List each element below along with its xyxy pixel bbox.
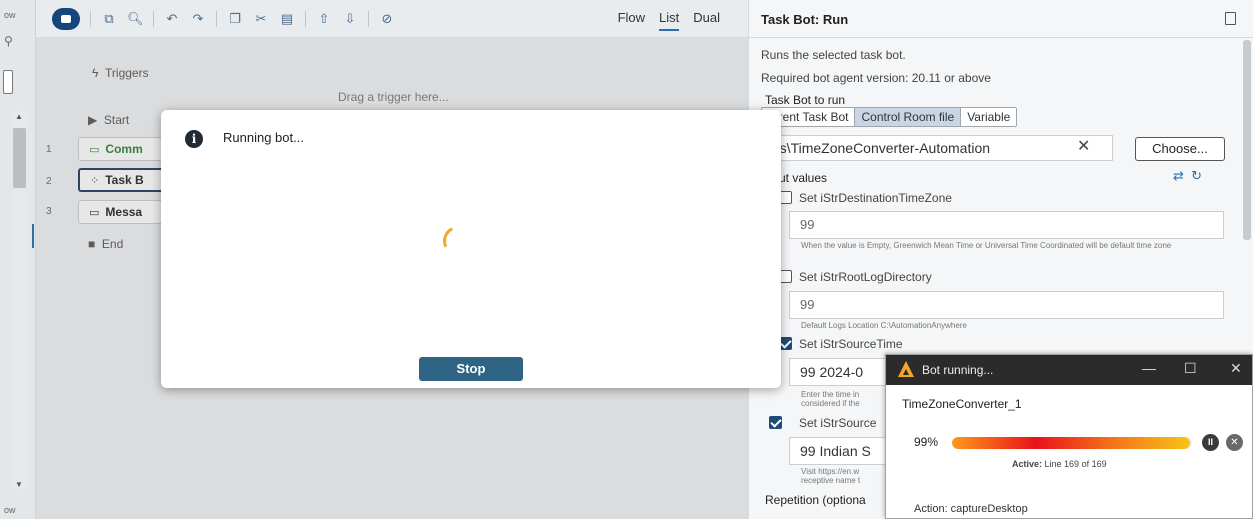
input-values-label: ut values xyxy=(779,171,828,185)
move-down-icon[interactable]: ⇩ xyxy=(342,11,358,27)
field-label: Set iStrSource xyxy=(799,416,877,430)
refresh-icon[interactable]: ↻ xyxy=(1191,168,1202,183)
pause-icon[interactable]: II xyxy=(1202,434,1219,451)
progress-bar-fill xyxy=(952,437,1190,449)
move-up-icon[interactable]: ⇧ xyxy=(316,11,332,27)
stop-icon[interactable]: ✕ xyxy=(1226,434,1243,451)
redo-icon[interactable]: ↷ xyxy=(190,11,206,27)
progress-bar xyxy=(952,437,1192,449)
bot-source-selector: urrent Task Bot Control Room file Variab… xyxy=(761,107,1018,127)
stop-button[interactable]: Stop xyxy=(419,357,523,381)
filter-icon[interactable]: ⚲ xyxy=(4,34,13,48)
destination-timezone-input[interactable]: 99 xyxy=(789,211,1224,239)
source-variable[interactable]: Variable xyxy=(961,108,1017,126)
left-scrollbar-thumb[interactable] xyxy=(13,128,26,188)
bot-to-run-label: Task Bot to run xyxy=(765,93,846,107)
panel-scrollbar[interactable] xyxy=(1243,40,1251,240)
search-icon[interactable]: 🔍︎ xyxy=(127,11,144,27)
toolbar-separator xyxy=(216,10,217,27)
bot-name: TimeZoneConverter_1 xyxy=(902,397,1022,411)
selection-indicator xyxy=(32,224,34,248)
source-control-room-file[interactable]: Control Room file xyxy=(855,108,962,126)
toolbar-separator xyxy=(90,10,91,27)
input-values-tools: ⇄ ↻ xyxy=(1173,168,1202,184)
editor-toolbar: ⧉ 🔍︎ ↶ ↷ ❐ ✂ ▤ ⇧ ⇩ ⊘ Flow List Dual xyxy=(36,0,748,38)
tab-flow[interactable]: Flow xyxy=(618,10,645,31)
dialog-title: Running bot... xyxy=(223,130,304,145)
active-line: Active: Line 169 of 169 xyxy=(1012,459,1107,469)
clear-icon[interactable]: ✕ xyxy=(1077,136,1090,156)
bot-running-window: Bot running... — ☐ ✕ TimeZoneConverter_1… xyxy=(885,354,1253,519)
record-button[interactable] xyxy=(52,7,80,30)
bot-window-title: Bot running... xyxy=(922,363,994,377)
cut-icon[interactable]: ✂ xyxy=(253,11,269,27)
action-description: Runs the selected task bot. xyxy=(761,48,906,62)
field-hint: When the value is Empty, Greenwich Mean … xyxy=(801,241,1172,250)
toolbar-separator xyxy=(305,10,306,27)
maximize-icon[interactable]: ☐ xyxy=(1184,360,1197,377)
root-log-directory-input[interactable]: 99 xyxy=(789,291,1224,319)
scroll-up-icon[interactable]: ▲ xyxy=(15,112,23,121)
checkbox-source-timezone[interactable] xyxy=(769,416,782,429)
strip-top-label: ow xyxy=(4,10,16,20)
capture-icon[interactable]: ⧉ xyxy=(101,11,117,27)
toolbar-separator xyxy=(153,10,154,27)
active-text: Line 169 of 169 xyxy=(1044,459,1107,469)
repetition-label: Repetition (optiona xyxy=(765,493,866,507)
tab-list[interactable]: List xyxy=(659,10,680,31)
bot-window-titlebar[interactable]: Bot running... — ☐ ✕ xyxy=(886,355,1252,385)
panel-title: Task Bot: Run xyxy=(761,12,849,27)
view-tabs: Flow List Dual xyxy=(618,10,720,31)
toolbar-separator xyxy=(368,10,369,27)
info-icon: i xyxy=(185,130,203,148)
record-icon xyxy=(61,14,71,23)
strip-bottom-label: ow xyxy=(4,505,16,515)
copy-icon[interactable]: ❐ xyxy=(227,11,243,27)
current-action: Action: captureDesktop xyxy=(914,503,1028,515)
agent-version: Required bot agent version: 20.11 or abo… xyxy=(761,71,991,85)
field-hint: Default Logs Location C:\AutomationAnywh… xyxy=(801,321,967,330)
loading-spinner-icon xyxy=(438,221,478,261)
properties-header: Task Bot: Run xyxy=(749,0,1253,38)
disable-icon[interactable]: ⊘ xyxy=(379,11,395,27)
choose-button[interactable]: Choose... xyxy=(1135,137,1225,161)
progress-percent: 99% xyxy=(914,435,939,449)
left-strip: ow ⚲ ▲ ▼ ow xyxy=(0,0,36,519)
paste-icon[interactable]: ▤ xyxy=(279,11,295,27)
automation-anywhere-logo-icon xyxy=(898,361,914,377)
undo-icon[interactable]: ↶ xyxy=(164,11,180,27)
bot-file-path[interactable]: ots\TimeZoneConverter-Automation xyxy=(761,135,1113,161)
field-label: Set iStrDestinationTimeZone xyxy=(799,191,952,205)
swap-icon[interactable]: ⇄ xyxy=(1173,168,1184,183)
close-icon[interactable]: ✕ xyxy=(1230,360,1242,377)
strip-collapse-handle[interactable] xyxy=(3,70,13,94)
tab-dual[interactable]: Dual xyxy=(693,10,720,31)
field-label: Set iStrRootLogDirectory xyxy=(799,270,932,284)
scroll-down-icon[interactable]: ▼ xyxy=(15,480,23,489)
running-bot-dialog: i Running bot... Stop xyxy=(161,110,781,388)
minimize-icon[interactable]: — xyxy=(1142,360,1156,376)
field-label: Set iStrSourceTime xyxy=(799,337,903,351)
active-prefix: Active: xyxy=(1012,459,1043,469)
document-icon[interactable] xyxy=(1225,12,1236,25)
